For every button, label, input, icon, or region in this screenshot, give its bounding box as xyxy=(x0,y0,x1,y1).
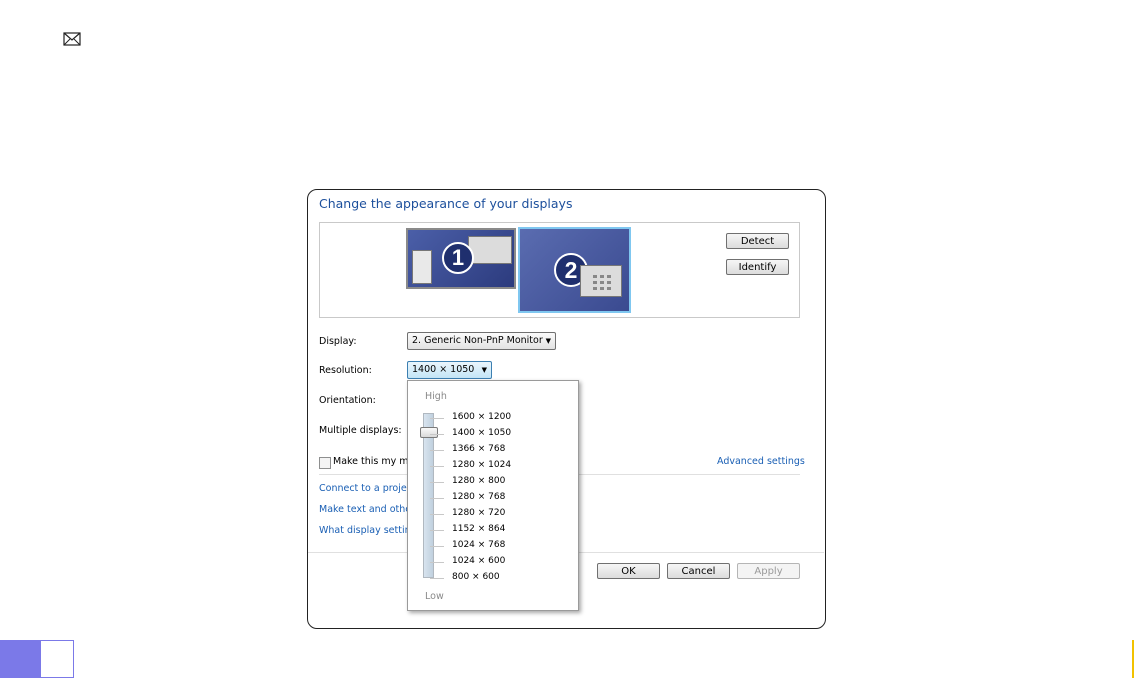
resolution-tick xyxy=(430,514,444,515)
resolution-option[interactable]: 1024 × 768 xyxy=(452,540,505,550)
resolution-tick xyxy=(430,562,444,563)
resolution-tick xyxy=(430,498,444,499)
monitor-1[interactable]: 1 xyxy=(406,228,516,289)
resolution-tick xyxy=(430,434,444,435)
resolution-select[interactable]: 1400 × 1050 ▼ xyxy=(407,361,492,379)
resolution-option[interactable]: 1280 × 768 xyxy=(452,492,505,502)
resolution-tick xyxy=(430,418,444,419)
main-display-checkbox[interactable] xyxy=(319,457,331,469)
resolution-label: Resolution: xyxy=(319,365,372,376)
ok-button[interactable]: OK xyxy=(597,563,660,579)
identify-button[interactable]: Identify xyxy=(726,259,789,275)
window-thumbnail-icon xyxy=(412,250,432,284)
orientation-label: Orientation: xyxy=(319,395,376,406)
display-select-value: 2. Generic Non-PnP Monitor xyxy=(412,335,543,346)
resolution-select-value: 1400 × 1050 xyxy=(412,364,475,375)
resolution-option[interactable]: 1400 × 1050 xyxy=(452,428,511,438)
main-display-checkbox-label[interactable]: Make this my ma xyxy=(333,456,414,467)
resolution-option[interactable]: 1280 × 720 xyxy=(452,508,505,518)
display-select[interactable]: 2. Generic Non-PnP Monitor ▼ xyxy=(407,332,556,350)
resolution-option[interactable]: 1280 × 800 xyxy=(452,476,505,486)
text-size-link[interactable]: Make text and other xyxy=(319,504,415,515)
resolution-tick xyxy=(430,466,444,467)
resolution-option[interactable]: 1024 × 600 xyxy=(452,556,505,566)
mail-icon[interactable] xyxy=(63,32,81,46)
advanced-settings-link[interactable]: Advanced settings xyxy=(717,456,805,467)
high-label: High xyxy=(425,391,447,402)
taskbar-button-active[interactable] xyxy=(0,640,40,678)
cancel-button[interactable]: Cancel xyxy=(667,563,730,579)
resolution-popup: High Low 1600 × 1200 1400 × 1050 1366 × 76… xyxy=(407,380,579,611)
monitor-number-badge: 1 xyxy=(442,242,474,274)
multiple-displays-label: Multiple displays: xyxy=(319,425,402,436)
window-thumbnail-icon xyxy=(580,265,622,297)
taskbar-button[interactable] xyxy=(40,640,74,678)
resolution-slider-thumb[interactable] xyxy=(420,427,438,438)
resolution-tick xyxy=(430,546,444,547)
resolution-option[interactable]: 800 × 600 xyxy=(452,572,500,582)
resolution-option[interactable]: 1600 × 1200 xyxy=(452,412,511,422)
taskbar-edge-marker xyxy=(1132,640,1134,678)
resolution-tick xyxy=(430,450,444,451)
display-settings-help-link[interactable]: What display setting xyxy=(319,525,417,536)
resolution-option[interactable]: 1280 × 1024 xyxy=(452,460,511,470)
monitor-preview-area: 1 2 Detect Identify xyxy=(319,222,800,318)
resolution-option[interactable]: 1152 × 864 xyxy=(452,524,505,534)
detect-button[interactable]: Detect xyxy=(726,233,789,249)
resolution-tick xyxy=(430,530,444,531)
chevron-down-icon: ▼ xyxy=(481,366,487,374)
resolution-option[interactable]: 1366 × 768 xyxy=(452,444,505,454)
apply-button[interactable]: Apply xyxy=(737,563,800,579)
resolution-tick xyxy=(430,482,444,483)
display-label: Display: xyxy=(319,336,357,347)
connect-projector-link[interactable]: Connect to a projec xyxy=(319,483,412,494)
resolution-tick xyxy=(430,578,444,579)
low-label: Low xyxy=(425,591,444,602)
monitor-2[interactable]: 2 xyxy=(518,227,631,313)
chevron-down-icon: ▼ xyxy=(545,337,551,345)
dialog-title: Change the appearance of your displays xyxy=(319,196,573,211)
window-thumbnail-icon xyxy=(468,236,512,264)
